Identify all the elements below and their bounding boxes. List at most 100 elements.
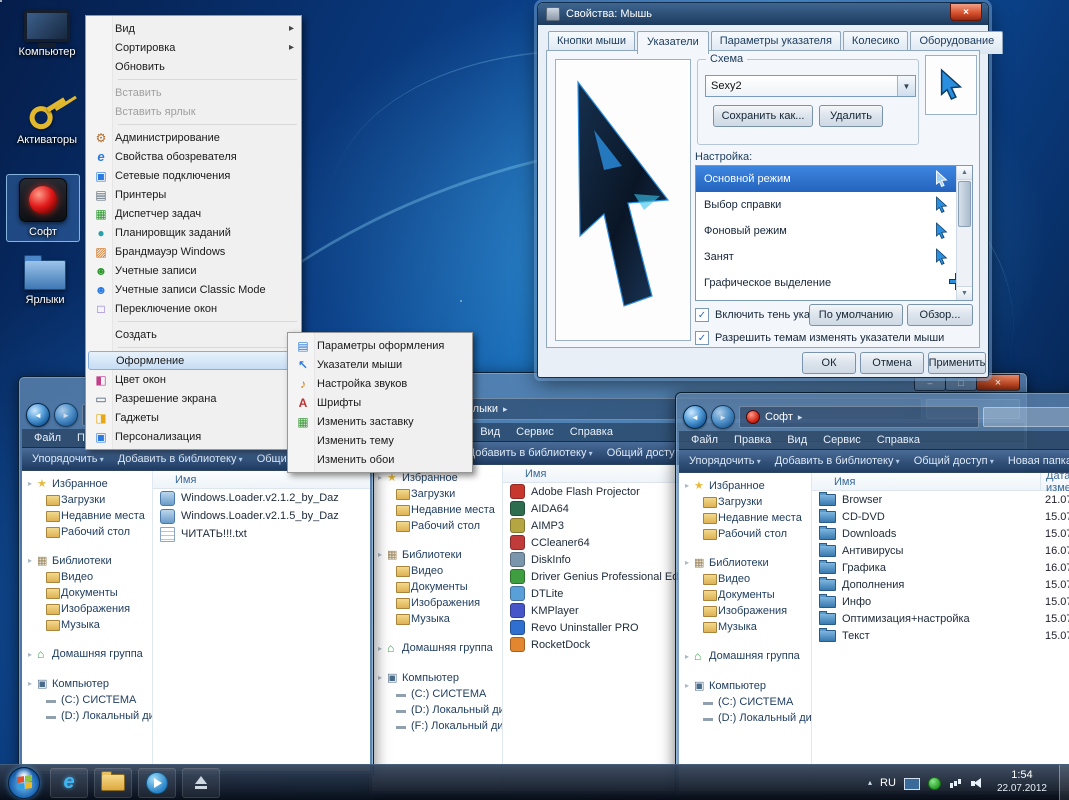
ctx-screen-resolution[interactable]: Разрешение экрана bbox=[88, 389, 299, 408]
menu-item[interactable]: Справка bbox=[570, 426, 613, 438]
tray-display-icon[interactable] bbox=[903, 777, 920, 790]
nav-item[interactable]: Загрузки bbox=[22, 492, 152, 508]
menu-item[interactable]: Файл bbox=[691, 434, 718, 446]
nav-drive[interactable]: (D:) Локальный дис bbox=[22, 708, 152, 724]
tray-antivirus-icon[interactable] bbox=[927, 777, 941, 790]
nav-homegroup[interactable]: Домашняя группа bbox=[22, 645, 152, 663]
tray-network-icon[interactable] bbox=[949, 776, 963, 790]
sub-change-wallpaper[interactable]: Изменить обои bbox=[290, 450, 470, 469]
ctx-gadgets[interactable]: Гаджеты bbox=[88, 408, 299, 427]
desktop-icon-soft[interactable]: Софт bbox=[6, 174, 80, 242]
themes-checkbox[interactable]: Разрешить темам изменять указатели мыши bbox=[695, 331, 944, 345]
dialog-titlebar[interactable]: Свойства: Мышь bbox=[538, 3, 988, 25]
file-row[interactable]: Графика 16.07.2012 bbox=[812, 559, 1069, 576]
toolbar-add-to-library[interactable]: Добавить в библиотеку bbox=[775, 455, 900, 467]
nav-item[interactable]: Документы bbox=[679, 587, 811, 603]
window-titlebar[interactable] bbox=[679, 393, 1069, 403]
language-indicator[interactable]: RU bbox=[880, 777, 896, 789]
nav-drive[interactable]: (C:) СИСТЕМА bbox=[679, 694, 811, 710]
file-row[interactable]: Browser 21.07.2012 bbox=[812, 491, 1069, 508]
ctx-sort[interactable]: Сортировка bbox=[88, 38, 299, 57]
ok-button[interactable]: ОК bbox=[802, 352, 856, 374]
close-button[interactable] bbox=[950, 3, 982, 21]
file-row[interactable]: Антивирусы 16.07.2012 bbox=[812, 542, 1069, 559]
ctx-task-scheduler[interactable]: Планировщик заданий bbox=[88, 223, 299, 242]
nav-favorites[interactable]: Избранное bbox=[22, 475, 152, 492]
ctx-admin-tools[interactable]: Администрирование bbox=[88, 128, 299, 147]
cursor-list-item[interactable]: Фоновый режим bbox=[696, 218, 972, 244]
chevron-down-icon[interactable] bbox=[897, 76, 915, 96]
cursor-list-item[interactable]: Основной режим bbox=[696, 166, 972, 192]
desktop-icon-shortcuts[interactable]: Ярлыки bbox=[8, 255, 82, 310]
nav-item[interactable]: Изображения bbox=[22, 601, 152, 617]
cursor-list-item[interactable]: Графическое выделение bbox=[696, 270, 972, 296]
back-button[interactable] bbox=[26, 403, 50, 427]
file-row[interactable]: Дополнения 15.07.2012 bbox=[812, 576, 1069, 593]
ctx-user-accounts-classic[interactable]: Учетные записи Classic Mode bbox=[88, 280, 299, 299]
nav-homegroup[interactable]: Домашняя группа bbox=[679, 647, 811, 665]
column-header-name[interactable]: Имя bbox=[503, 468, 546, 480]
nav-item[interactable]: Рабочий стол bbox=[372, 518, 502, 534]
nav-homegroup[interactable]: Домашняя группа bbox=[372, 639, 502, 657]
scrollbar-thumb[interactable] bbox=[958, 181, 971, 227]
nav-item[interactable]: Недавние места bbox=[22, 508, 152, 524]
menu-item[interactable]: Сервис bbox=[516, 426, 554, 438]
menu-item[interactable]: Вид bbox=[787, 434, 807, 446]
column-header-date[interactable]: Дата изменения bbox=[1040, 473, 1069, 494]
menu-item[interactable]: Правка bbox=[734, 434, 771, 446]
nav-item[interactable]: Загрузки bbox=[679, 494, 811, 510]
toolbar-organize[interactable]: Упорядочить bbox=[689, 455, 761, 467]
ctx-firewall[interactable]: Брандмауэр Windows bbox=[88, 242, 299, 261]
nav-item[interactable]: Документы bbox=[372, 579, 502, 595]
ctx-personalization[interactable]: Персонализация bbox=[88, 427, 299, 446]
start-button[interactable] bbox=[8, 766, 40, 799]
browse-button[interactable]: Обзор... bbox=[907, 304, 973, 326]
sub-mouse-pointers[interactable]: Указатели мыши bbox=[290, 355, 470, 374]
file-row[interactable]: ЧИТАТЬ!!!.txt bbox=[153, 525, 370, 543]
cancel-button[interactable]: Отмена bbox=[860, 352, 924, 374]
ctx-user-accounts[interactable]: Учетные записи bbox=[88, 261, 299, 280]
save-as-button[interactable]: Сохранить как... bbox=[713, 105, 813, 127]
nav-item[interactable]: Видео bbox=[372, 563, 502, 579]
scroll-up-icon[interactable] bbox=[957, 166, 972, 180]
show-desktop-button[interactable] bbox=[1059, 765, 1069, 800]
toolbar-add-to-library[interactable]: Добавить в библиотеку bbox=[118, 453, 243, 465]
scroll-down-icon[interactable] bbox=[957, 286, 972, 300]
forward-button[interactable] bbox=[711, 405, 735, 429]
menu-item[interactable]: Сервис bbox=[823, 434, 861, 446]
tray-volume-icon[interactable] bbox=[970, 776, 985, 790]
delete-button[interactable]: Удалить bbox=[819, 105, 883, 127]
ctx-window-switcher[interactable]: Переключение окон bbox=[88, 299, 299, 318]
nav-libraries[interactable]: Библиотеки bbox=[679, 554, 811, 571]
search-box[interactable] bbox=[983, 407, 1069, 427]
column-header-name[interactable]: Имя bbox=[153, 474, 196, 486]
nav-computer[interactable]: Компьютер bbox=[372, 669, 502, 686]
nav-item[interactable]: Недавние места bbox=[679, 510, 811, 526]
nav-item[interactable]: Недавние места bbox=[372, 502, 502, 518]
nav-item[interactable]: Загрузки bbox=[372, 486, 502, 502]
sub-fonts[interactable]: Шрифты bbox=[290, 393, 470, 412]
menu-item[interactable]: Вид bbox=[480, 426, 500, 438]
nav-item[interactable]: Документы bbox=[22, 585, 152, 601]
sub-change-screensaver[interactable]: Изменить заставку bbox=[290, 412, 470, 431]
address-bar[interactable]: Софт bbox=[739, 406, 979, 428]
nav-item[interactable]: Музыка bbox=[22, 617, 152, 633]
sub-sound-settings[interactable]: Настройка звуков bbox=[290, 374, 470, 393]
file-row[interactable]: Оптимизация+настройка 15.07.2012 bbox=[812, 610, 1069, 627]
ctx-refresh[interactable]: Обновить bbox=[88, 57, 299, 76]
nav-item[interactable]: Рабочий стол bbox=[22, 524, 152, 540]
apply-button[interactable]: Применить bbox=[928, 352, 986, 374]
toolbar-share[interactable]: Общий доступ bbox=[914, 455, 994, 467]
scheme-combobox[interactable]: Sexy2 bbox=[705, 75, 916, 97]
checkbox-icon[interactable] bbox=[695, 308, 709, 322]
ctx-task-manager[interactable]: Диспетчер задач bbox=[88, 204, 299, 223]
toolbar-organize[interactable]: Упорядочить bbox=[32, 453, 104, 465]
file-row[interactable]: Windows.Loader.v2.1.5_by_Daz bbox=[153, 507, 370, 525]
sub-change-theme[interactable]: Изменить тему bbox=[290, 431, 470, 450]
column-header-name[interactable]: Имя bbox=[812, 476, 855, 488]
desktop-icon-activators[interactable]: Активаторы bbox=[10, 88, 84, 150]
taskbar-media-player-button[interactable] bbox=[138, 767, 176, 798]
cursor-list-item[interactable]: Выбор справки bbox=[696, 192, 972, 218]
nav-drive[interactable]: (F:) Локальный дис bbox=[372, 718, 502, 734]
file-row[interactable]: Windows.Loader.v2.1.2_by_Daz bbox=[153, 489, 370, 507]
